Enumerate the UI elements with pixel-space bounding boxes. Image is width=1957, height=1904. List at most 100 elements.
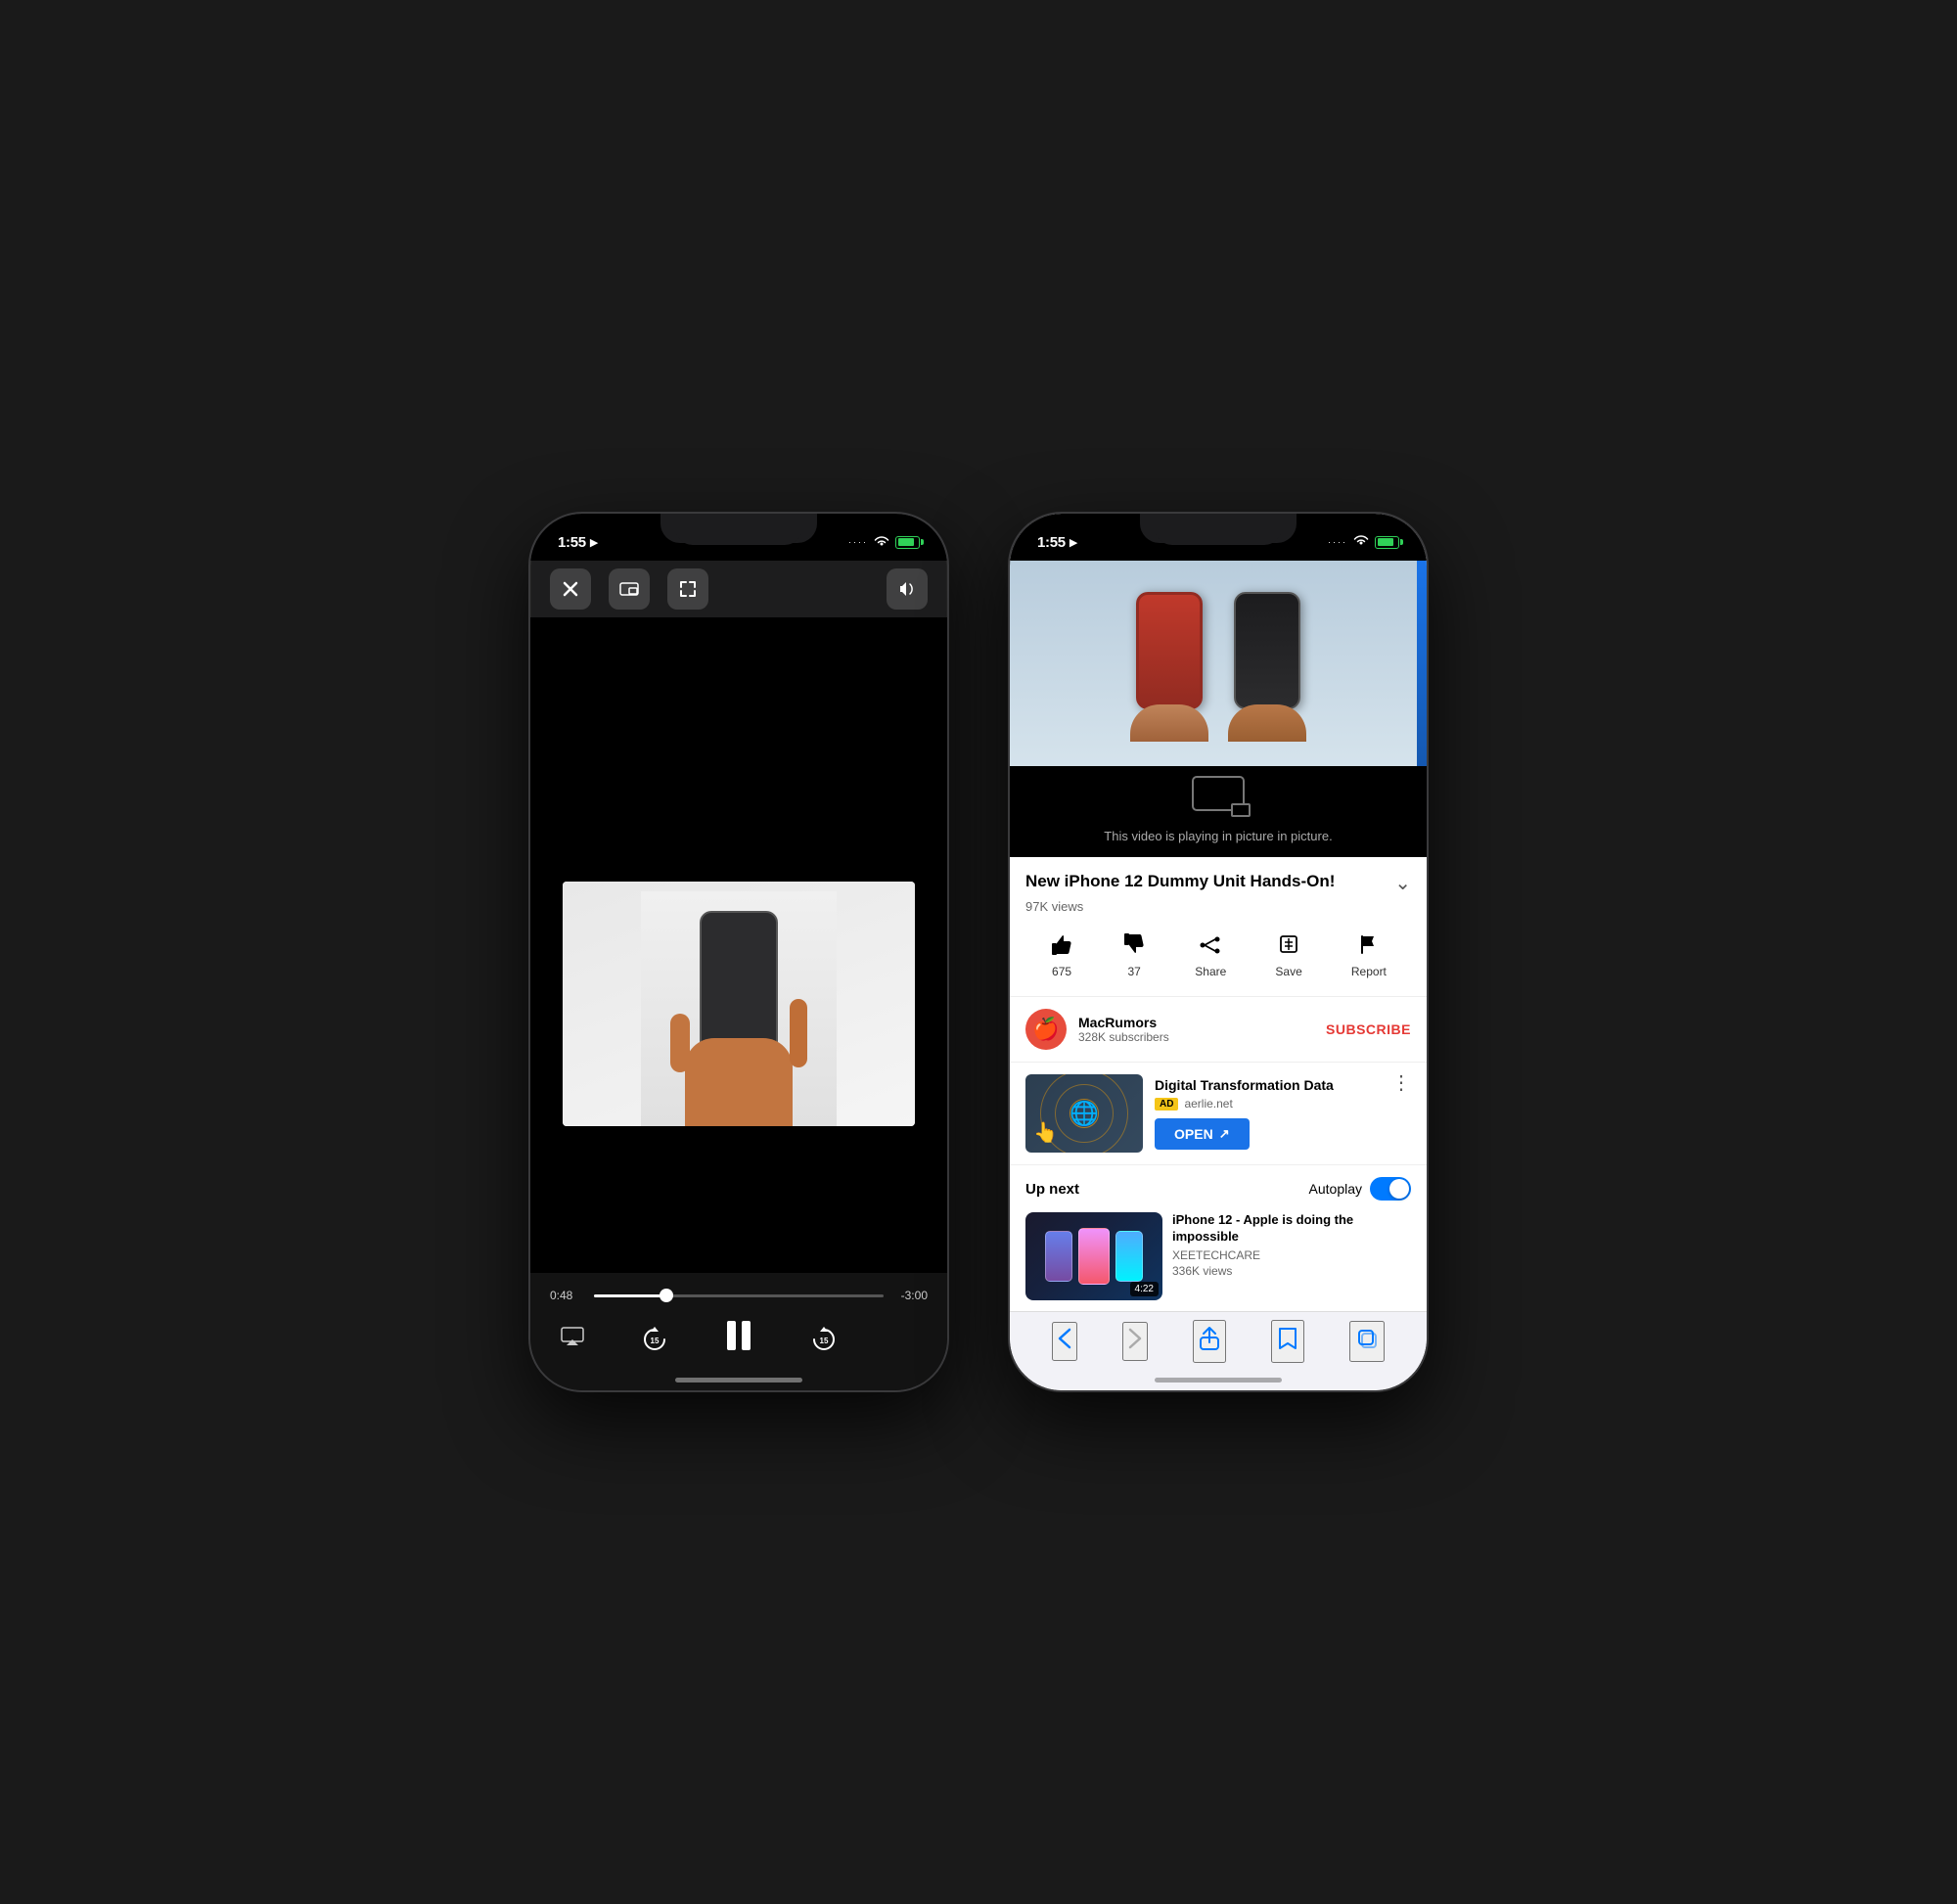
chevron-down-icon[interactable]: ⌄ bbox=[1394, 871, 1411, 895]
up-next-header: Up next Autoplay bbox=[1025, 1177, 1411, 1201]
channel-section: 🍎 MacRumors 328K subscribers SUBSCRIBE bbox=[1010, 997, 1427, 1063]
subscribe-button[interactable]: SUBSCRIBE bbox=[1326, 1021, 1411, 1037]
safari-back-button[interactable] bbox=[1052, 1322, 1077, 1361]
ad-thumb-icon: 🌐 bbox=[1070, 1100, 1099, 1128]
up-next-section: Up next Autoplay bbox=[1010, 1165, 1427, 1311]
open-label: OPEN bbox=[1174, 1126, 1213, 1142]
pip-button[interactable] bbox=[609, 568, 650, 610]
ad-info: Digital Transformation Data AD aerlie.ne… bbox=[1155, 1077, 1380, 1150]
channel-avatar: 🍎 bbox=[1025, 1009, 1067, 1050]
like-count: 675 bbox=[1052, 965, 1071, 978]
skip-back-button[interactable]: 15 bbox=[641, 1326, 668, 1353]
right-iphone: 1:55 ▶ ···· bbox=[1008, 512, 1429, 1392]
close-button[interactable] bbox=[550, 568, 591, 610]
notch bbox=[675, 514, 802, 545]
ad-title: Digital Transformation Data bbox=[1155, 1077, 1380, 1093]
report-button[interactable]: Report bbox=[1351, 933, 1387, 978]
status-right-right: ···· bbox=[1328, 533, 1399, 551]
pip-thumbnail bbox=[1010, 561, 1427, 766]
video-player: 0:48 -3:00 bbox=[530, 561, 947, 1390]
channel-subs: 328K subscribers bbox=[1078, 1030, 1326, 1044]
power-button[interactable] bbox=[947, 690, 949, 758]
like-icon bbox=[1050, 933, 1073, 961]
like-button[interactable]: 675 bbox=[1050, 933, 1073, 978]
report-label: Report bbox=[1351, 965, 1387, 978]
pip-area: This video is playing in picture in pict… bbox=[1010, 561, 1427, 857]
dislike-count: 37 bbox=[1127, 965, 1140, 978]
pip-hand-right bbox=[1228, 704, 1306, 742]
left-iphone: 1:55 ▶ ···· bbox=[528, 512, 949, 1392]
seek-thumb[interactable] bbox=[660, 1289, 673, 1302]
next-video-views: 336K views bbox=[1172, 1264, 1411, 1278]
ad-more-button[interactable]: ⋮ bbox=[1391, 1070, 1411, 1095]
share-icon bbox=[1200, 933, 1221, 961]
pip-caption: This video is playing in picture in pict… bbox=[1010, 821, 1427, 857]
pip-sub-icon bbox=[1231, 803, 1251, 817]
battery-left bbox=[895, 536, 920, 549]
video-thumbnail bbox=[563, 882, 915, 1126]
pip-phone-red bbox=[1136, 592, 1203, 709]
toggle-knob bbox=[1389, 1179, 1409, 1199]
seek-track[interactable] bbox=[594, 1294, 884, 1297]
pause-button[interactable] bbox=[723, 1318, 754, 1361]
expand-button[interactable] bbox=[667, 568, 708, 610]
open-icon: ↗ bbox=[1219, 1126, 1230, 1142]
video-info-section: New iPhone 12 Dummy Unit Hands-On! ⌄ 97K… bbox=[1010, 857, 1427, 997]
view-count: 97K views bbox=[1025, 899, 1411, 914]
channel-info: MacRumors 328K subscribers bbox=[1078, 1015, 1326, 1044]
next-video-title: iPhone 12 - Apple is doing the impossibl… bbox=[1172, 1212, 1411, 1246]
safari-forward-button[interactable] bbox=[1122, 1322, 1148, 1361]
pip-phone-dark bbox=[1234, 592, 1300, 709]
player-bottom: 0:48 -3:00 bbox=[530, 1273, 947, 1390]
save-button[interactable]: Save bbox=[1275, 933, 1301, 978]
left-phone-group bbox=[1130, 592, 1208, 742]
power-right[interactable] bbox=[1427, 690, 1429, 758]
signal-right: ···· bbox=[1328, 537, 1347, 547]
ad-domain: aerlie.net bbox=[1184, 1097, 1232, 1111]
right-phone-group bbox=[1228, 592, 1306, 742]
youtube-screen: 1:55 ▶ ···· bbox=[1010, 514, 1427, 1390]
report-icon bbox=[1358, 933, 1380, 961]
pip-controls bbox=[1010, 766, 1427, 821]
ad-section: 🌐 👆 Digital Transformation Data AD aerli… bbox=[1010, 1063, 1427, 1165]
notch-right bbox=[1155, 514, 1282, 545]
youtube-content[interactable]: New iPhone 12 Dummy Unit Hands-On! ⌄ 97K… bbox=[1010, 857, 1427, 1311]
autoplay-label: Autoplay bbox=[1309, 1181, 1362, 1197]
playback-controls: 15 15 bbox=[550, 1318, 928, 1361]
open-ad-button[interactable]: OPEN ↗ bbox=[1155, 1118, 1250, 1150]
seek-bar-container: 0:48 -3:00 bbox=[550, 1289, 928, 1302]
location-icon-left: ▶ bbox=[590, 536, 598, 549]
ad-badge: AD bbox=[1155, 1098, 1178, 1111]
share-button[interactable]: Share bbox=[1195, 933, 1226, 978]
safari-share-button[interactable] bbox=[1193, 1320, 1226, 1363]
video-title: New iPhone 12 Dummy Unit Hands-On! bbox=[1025, 871, 1385, 892]
autoplay-row: Autoplay bbox=[1309, 1177, 1411, 1201]
seek-progress bbox=[594, 1294, 666, 1297]
pip-hand-left bbox=[1130, 704, 1208, 742]
home-indicator-left bbox=[675, 1378, 802, 1383]
left-screen: 1:55 ▶ ···· bbox=[530, 514, 947, 1390]
next-video-item[interactable]: 4:22 iPhone 12 - Apple is doing the impo… bbox=[1025, 1212, 1411, 1300]
svg-text:15: 15 bbox=[819, 1337, 828, 1345]
dislike-button[interactable]: 37 bbox=[1122, 933, 1146, 978]
wifi-left bbox=[874, 534, 889, 550]
volume-button[interactable] bbox=[887, 568, 928, 610]
ad-badge-row: AD aerlie.net bbox=[1155, 1097, 1380, 1111]
ad-thumbnail[interactable]: 🌐 👆 bbox=[1025, 1074, 1143, 1153]
phone-next-1 bbox=[1045, 1231, 1072, 1282]
pip-icon bbox=[1192, 776, 1245, 811]
safari-tabs-button[interactable] bbox=[1349, 1321, 1385, 1362]
safari-bookmarks-button[interactable] bbox=[1271, 1320, 1304, 1363]
autoplay-toggle[interactable] bbox=[1370, 1177, 1411, 1201]
action-row: 675 37 bbox=[1025, 926, 1411, 986]
location-icon-right: ▶ bbox=[1070, 536, 1077, 549]
right-screen: 1:55 ▶ ···· bbox=[1010, 514, 1427, 1390]
phone-next-2 bbox=[1078, 1228, 1110, 1285]
airplay-button[interactable] bbox=[560, 1326, 585, 1353]
next-video-channel: XEETECHCARE bbox=[1172, 1248, 1411, 1262]
skip-forward-button[interactable]: 15 bbox=[810, 1326, 838, 1353]
wifi-right bbox=[1353, 533, 1369, 551]
channel-avatar-emoji: 🍎 bbox=[1032, 1017, 1059, 1042]
phone-next-3 bbox=[1115, 1231, 1143, 1282]
svg-text:15: 15 bbox=[650, 1337, 659, 1345]
